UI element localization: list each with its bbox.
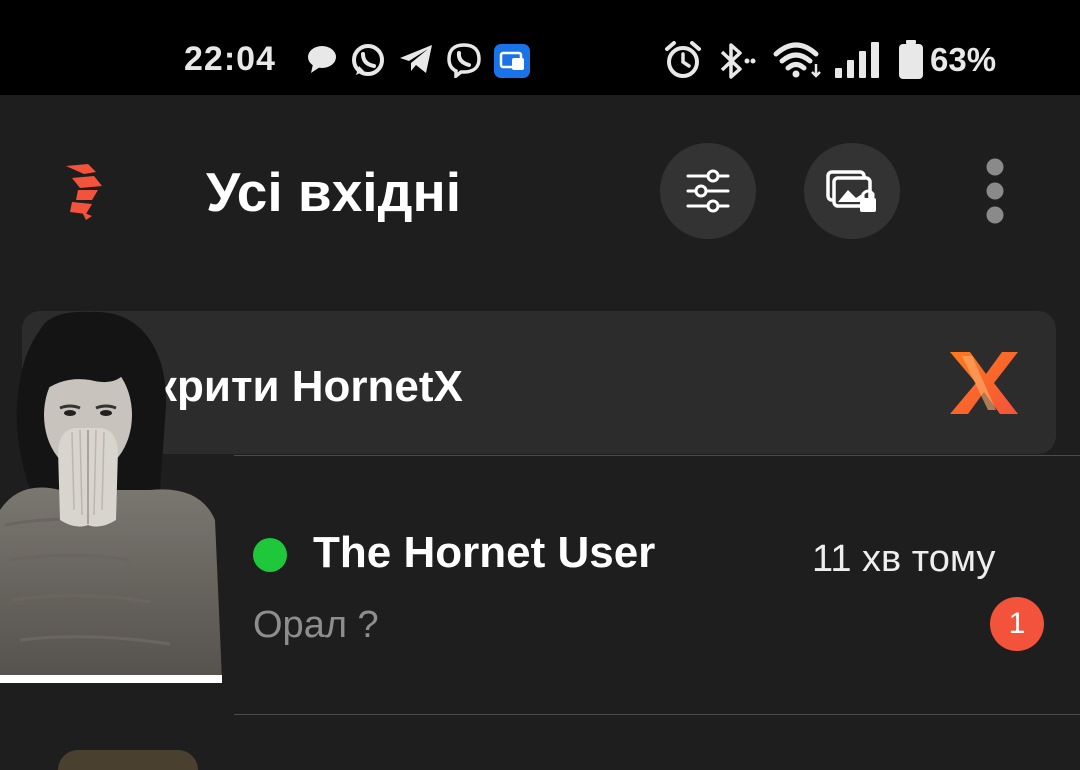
wifi-icon [773,42,821,78]
battery-icon [899,40,923,79]
avatar[interactable] [58,750,198,770]
filter-button[interactable] [660,143,756,239]
status-bar: 22:04 63% [0,0,1080,95]
hornet-logo [66,164,102,220]
more-vert-icon[interactable] [975,155,1015,230]
divider [234,714,1080,715]
private-photos-button[interactable] [804,143,900,239]
battery-percent: 63% [930,41,997,78]
telegram-icon [400,45,432,73]
bluetooth-icon [720,43,756,79]
cast-icon [494,44,530,78]
alarm-icon [665,41,701,78]
whatsapp-icon [352,44,384,76]
online-status-dot [253,538,287,572]
viber-icon [447,43,481,78]
overlay-photo [0,311,222,683]
chat-last-message: Орал ? [253,604,379,646]
filter-sliders-icon [686,169,730,213]
chat-timestamp: 11 хв тому [812,538,996,580]
hornetx-logo [950,352,1018,414]
page-title: Усі вхідні [206,161,461,223]
status-time: 22:04 [184,40,276,78]
chat-contact-name: The Hornet User [313,528,656,577]
messages-icon [308,46,336,73]
signal-icon [835,42,879,78]
private-photos-lock-icon [826,170,876,212]
unread-badge: 1 [990,597,1044,651]
